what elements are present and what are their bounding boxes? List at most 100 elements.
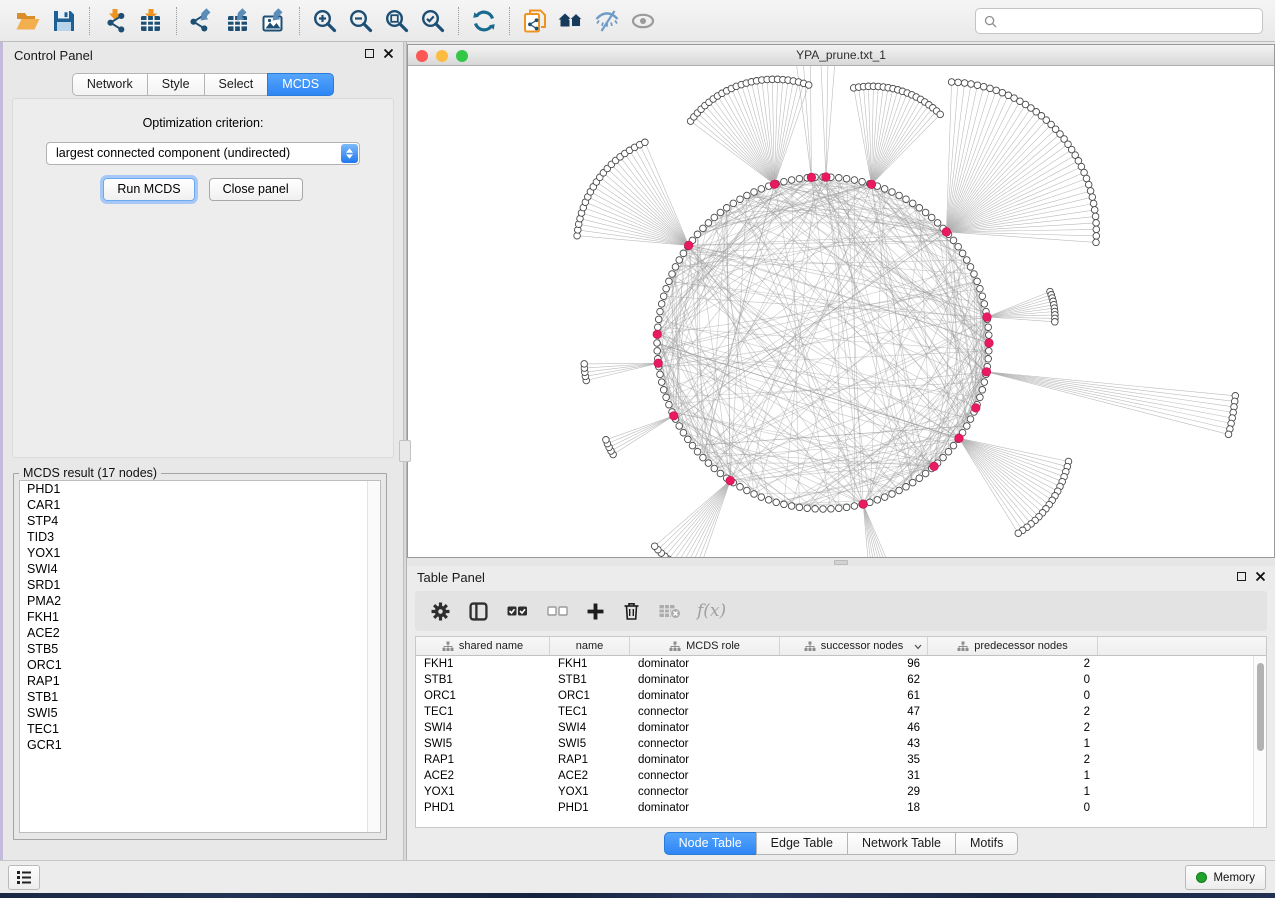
cell-predecessor_nodes[interactable]: 2 <box>928 704 1098 720</box>
mcds-result-item[interactable]: CAR1 <box>20 497 380 513</box>
table-scrollbar-thumb[interactable] <box>1257 663 1264 751</box>
import-network-button[interactable] <box>97 6 133 36</box>
splitter-grip[interactable] <box>399 440 411 462</box>
cell-shared_name[interactable]: PHD1 <box>416 800 550 816</box>
run-mcds-button[interactable]: Run MCDS <box>103 178 194 201</box>
tab-edge-table[interactable]: Edge Table <box>756 832 848 855</box>
cell-predecessor_nodes[interactable]: 2 <box>928 752 1098 768</box>
window-minimize-light[interactable] <box>436 50 448 62</box>
import-table-button[interactable] <box>133 6 169 36</box>
cell-successor_nodes[interactable]: 62 <box>780 672 928 688</box>
cell-shared_name[interactable]: SWI4 <box>416 720 550 736</box>
delete-column-button[interactable] <box>623 602 640 621</box>
zoom-selected-button[interactable] <box>415 6 451 36</box>
export-image-button[interactable] <box>256 6 292 36</box>
duplicate-network-button[interactable] <box>517 6 553 36</box>
tab-network-table[interactable]: Network Table <box>847 832 956 855</box>
cell-mcds_role[interactable]: dominator <box>630 720 780 736</box>
search-input[interactable] <box>1003 14 1254 28</box>
zoom-fit-button[interactable] <box>379 6 415 36</box>
cell-successor_nodes[interactable]: 47 <box>780 704 928 720</box>
cell-name[interactable]: TEC1 <box>550 704 630 720</box>
cell-name[interactable]: ACE2 <box>550 768 630 784</box>
tab-style[interactable]: Style <box>147 73 205 96</box>
mcds-result-item[interactable]: STB1 <box>20 689 380 705</box>
tab-mcds[interactable]: MCDS <box>267 73 334 96</box>
table-row[interactable]: TEC1TEC1connector472 <box>416 704 1266 720</box>
cell-predecessor_nodes[interactable]: 0 <box>928 800 1098 816</box>
table-row[interactable]: STB1STB1dominator620 <box>416 672 1266 688</box>
close-panel-icon[interactable] <box>1256 572 1265 581</box>
cell-successor_nodes[interactable]: 31 <box>780 768 928 784</box>
cell-successor_nodes[interactable]: 61 <box>780 688 928 704</box>
first-neighbors-button[interactable] <box>553 6 589 36</box>
mcds-result-item[interactable]: STB5 <box>20 641 380 657</box>
refresh-button[interactable] <box>466 6 502 36</box>
cell-predecessor_nodes[interactable]: 1 <box>928 784 1098 800</box>
close-panel-button[interactable]: Close panel <box>209 178 303 201</box>
tab-network[interactable]: Network <box>72 73 148 96</box>
cell-name[interactable]: YOX1 <box>550 784 630 800</box>
table-row[interactable]: ACE2ACE2connector311 <box>416 768 1266 784</box>
table-row[interactable]: SWI5SWI5connector431 <box>416 736 1266 752</box>
cell-shared_name[interactable]: STB1 <box>416 672 550 688</box>
cell-predecessor_nodes[interactable]: 0 <box>928 688 1098 704</box>
table-row[interactable]: FKH1FKH1dominator962 <box>416 656 1266 672</box>
mcds-result-item[interactable]: YOX1 <box>20 545 380 561</box>
mcds-result-item[interactable]: TEC1 <box>20 721 380 737</box>
zoom-in-button[interactable] <box>307 6 343 36</box>
tab-node-table[interactable]: Node Table <box>664 832 757 855</box>
cell-shared_name[interactable]: SWI5 <box>416 736 550 752</box>
float-panel-icon[interactable] <box>365 49 374 58</box>
cell-name[interactable]: PHD1 <box>550 800 630 816</box>
panel-splitter-horizontal[interactable] <box>407 558 1275 566</box>
mcds-result-item[interactable]: PMA2 <box>20 593 380 609</box>
open-file-button[interactable] <box>10 6 46 36</box>
column-header-MCDS-role[interactable]: MCDS role <box>630 637 780 655</box>
cell-mcds_role[interactable]: connector <box>630 784 780 800</box>
mcds-result-item[interactable]: FKH1 <box>20 609 380 625</box>
cell-shared_name[interactable]: ACE2 <box>416 768 550 784</box>
cell-name[interactable]: SWI5 <box>550 736 630 752</box>
cell-shared_name[interactable]: RAP1 <box>416 752 550 768</box>
float-panel-icon[interactable] <box>1237 572 1246 581</box>
cell-mcds_role[interactable]: connector <box>630 736 780 752</box>
mcds-result-item[interactable]: PHD1 <box>20 481 380 497</box>
cell-mcds_role[interactable]: dominator <box>630 672 780 688</box>
mcds-result-item[interactable]: SWI5 <box>20 705 380 721</box>
mcds-result-item[interactable]: STP4 <box>20 513 380 529</box>
task-history-button[interactable] <box>8 865 40 890</box>
close-panel-icon[interactable] <box>384 49 393 58</box>
cell-name[interactable]: RAP1 <box>550 752 630 768</box>
network-canvas[interactable] <box>408 66 1274 557</box>
mcds-result-item[interactable]: SRD1 <box>20 577 380 593</box>
criterion-select[interactable]: largest connected component (undirected) <box>46 142 360 165</box>
table-row[interactable]: PHD1PHD1dominator180 <box>416 800 1266 816</box>
table-row[interactable]: YOX1YOX1connector291 <box>416 784 1266 800</box>
cell-predecessor_nodes[interactable]: 2 <box>928 720 1098 736</box>
cell-mcds_role[interactable]: dominator <box>630 688 780 704</box>
mcds-result-item[interactable]: ACE2 <box>20 625 380 641</box>
column-header-shared-name[interactable]: shared name <box>416 637 550 655</box>
table-settings-button[interactable] <box>431 602 450 621</box>
cell-shared_name[interactable]: FKH1 <box>416 656 550 672</box>
window-zoom-light[interactable] <box>456 50 468 62</box>
cell-successor_nodes[interactable]: 18 <box>780 800 928 816</box>
table-row[interactable]: ORC1ORC1dominator610 <box>416 688 1266 704</box>
cell-predecessor_nodes[interactable]: 1 <box>928 736 1098 752</box>
cell-successor_nodes[interactable]: 43 <box>780 736 928 752</box>
tab-select[interactable]: Select <box>204 73 269 96</box>
table-row[interactable]: RAP1RAP1dominator352 <box>416 752 1266 768</box>
export-network-button[interactable] <box>184 6 220 36</box>
mcds-result-item[interactable]: TID3 <box>20 529 380 545</box>
cell-mcds_role[interactable]: connector <box>630 768 780 784</box>
mcds-list-scrollbar[interactable] <box>367 481 380 832</box>
cell-successor_nodes[interactable]: 29 <box>780 784 928 800</box>
tab-motifs[interactable]: Motifs <box>955 832 1018 855</box>
hide-selected-button[interactable] <box>589 6 625 36</box>
mcds-result-item[interactable]: ORC1 <box>20 657 380 673</box>
cell-predecessor_nodes[interactable]: 1 <box>928 768 1098 784</box>
network-window-titlebar[interactable]: YPA_prune.txt_1 <box>408 45 1274 66</box>
window-close-light[interactable] <box>416 50 428 62</box>
table-scrollbar[interactable] <box>1253 656 1266 827</box>
